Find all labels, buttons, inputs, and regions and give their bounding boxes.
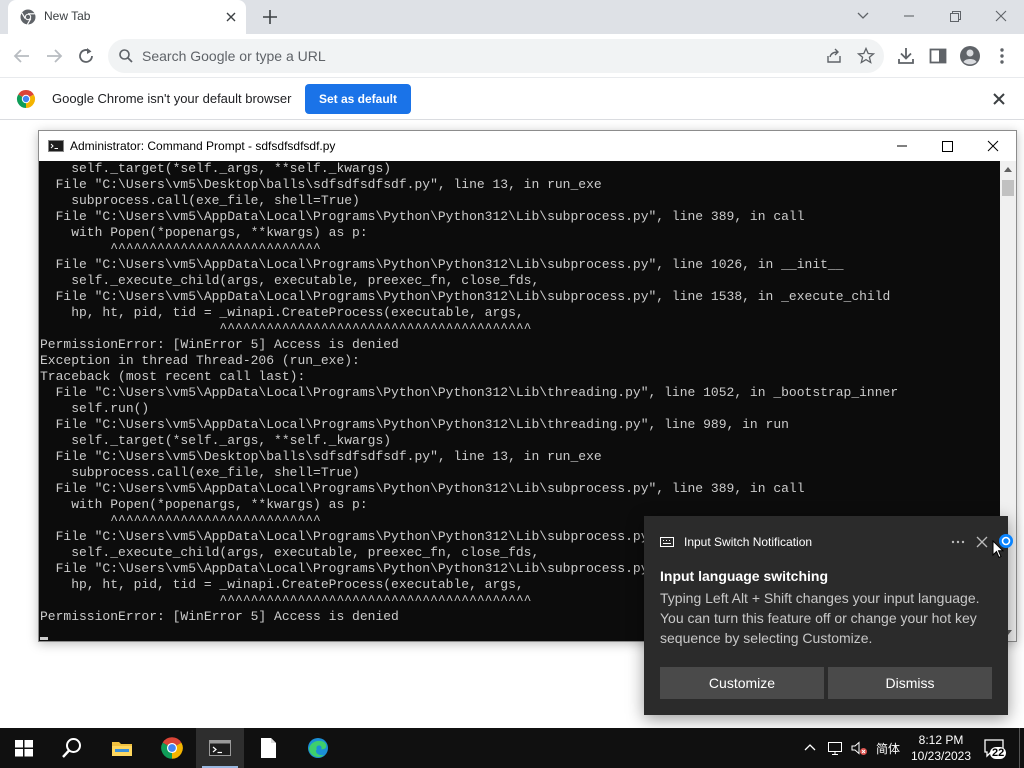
profile-avatar-icon[interactable]	[958, 44, 982, 68]
toast-body: Typing Left Alt + Shift changes your inp…	[660, 590, 980, 646]
start-button[interactable]	[0, 728, 48, 768]
set-as-default-button[interactable]: Set as default	[305, 84, 411, 114]
chrome-logo-icon	[16, 90, 36, 108]
taskbar-chrome[interactable]	[148, 728, 196, 768]
console-line: ^^^^^^^^^^^^^^^^^^^^^^^^^^^	[40, 513, 321, 528]
notification-count: 22	[990, 747, 1007, 759]
tab-title: New Tab	[44, 9, 91, 23]
taskbar-command-prompt[interactable]	[196, 728, 244, 768]
console-line: self._target(*self._args, **self._kwargs…	[40, 161, 392, 176]
tab-new-tab[interactable]: New Tab	[8, 0, 246, 34]
customize-button[interactable]: Customize	[660, 667, 824, 699]
scroll-thumb[interactable]	[1002, 180, 1014, 196]
tab-strip: New Tab	[0, 0, 1024, 34]
console-line: ^^^^^^^^^^^^^^^^^^^^^^^^^^^^^^^^^^^^^^^^	[40, 321, 532, 336]
omnibox-placeholder: Search Google or type a URL	[142, 48, 326, 64]
more-options-icon[interactable]	[948, 532, 968, 552]
toast-heading: Input language switching	[660, 568, 828, 584]
new-tab-plus-icon[interactable]	[259, 6, 281, 28]
kebab-menu-icon[interactable]	[990, 44, 1014, 68]
console-line: self.run()	[40, 401, 150, 416]
toast-close-icon[interactable]	[972, 532, 992, 552]
side-panel-icon[interactable]	[926, 44, 950, 68]
console-line: File "C:\Users\vm5\AppData\Local\Program…	[40, 481, 805, 496]
cmd-close-icon[interactable]	[970, 131, 1016, 161]
browser-toolbar: Search Google or type a URL	[0, 34, 1024, 78]
forward-arrow-icon[interactable]	[42, 44, 66, 68]
console-line: File "C:\Users\vm5\Desktop\balls\sdfsdfs…	[40, 177, 602, 192]
tray-chevron-up-icon[interactable]	[802, 740, 818, 756]
console-line: ^^^^^^^^^^^^^^^^^^^^^^^^^^^^^^^^^^^^^^^^	[40, 593, 532, 608]
console-line: hp, ht, pid, tid = _winapi.CreateProcess…	[40, 305, 524, 320]
tab-search-chevron-icon[interactable]	[850, 4, 876, 28]
taskbar: 简体 8:12 PM 10/23/2023 22	[0, 728, 1024, 768]
terminal-icon	[209, 740, 231, 756]
edge-logo-icon	[308, 738, 328, 758]
console-line: subprocess.call(exe_file, shell=True)	[40, 465, 360, 480]
windows-logo-icon	[15, 740, 33, 757]
console-line: self._target(*self._args, **self._kwargs…	[40, 433, 392, 448]
cmd-window-title: Administrator: Command Prompt - sdfsdfsd…	[70, 139, 336, 153]
console-line: ^^^^^^^^^^^^^^^^^^^^^^^^^^^	[40, 241, 321, 256]
download-icon[interactable]	[894, 44, 918, 68]
clock[interactable]: 8:12 PM 10/23/2023	[908, 732, 974, 764]
taskbar-notepad[interactable]	[244, 728, 292, 768]
console-line: File "C:\Users\vm5\AppData\Local\Program…	[40, 257, 844, 272]
scroll-up-arrow-icon[interactable]	[1000, 161, 1016, 178]
console-line: Exception in thread Thread-206 (run_exe)…	[40, 353, 360, 368]
network-icon[interactable]	[826, 739, 844, 757]
restore-icon[interactable]	[942, 4, 968, 28]
folder-icon	[112, 742, 132, 756]
tab-close-icon[interactable]	[222, 8, 240, 26]
console-line: File "C:\Users\vm5\AppData\Local\Program…	[40, 289, 891, 304]
cmd-title-bar[interactable]: Administrator: Command Prompt - sdfsdfsd…	[39, 131, 1016, 161]
clock-date: 10/23/2023	[910, 749, 972, 763]
console-line: File "C:\Users\vm5\AppData\Local\Program…	[40, 417, 789, 432]
reload-icon[interactable]	[74, 44, 98, 68]
console-line: File "C:\Users\vm5\Desktop\balls\sdfsdfs…	[40, 449, 602, 464]
console-cursor	[40, 637, 48, 640]
taskbar-file-explorer[interactable]	[98, 728, 146, 768]
document-icon	[261, 738, 276, 758]
default-browser-infobar: Google Chrome isn't your default browser…	[0, 78, 1024, 120]
console-line: subprocess.call(exe_file, shell=True)	[40, 193, 360, 208]
search-icon	[119, 49, 133, 63]
bookmark-star-icon[interactable]	[856, 46, 876, 66]
chrome-logo-icon	[161, 737, 183, 759]
volume-muted-icon[interactable]	[850, 739, 868, 757]
console-line: PermissionError: [WinError 5] Access is …	[40, 609, 399, 624]
input-method-indicator[interactable]: 简体	[876, 740, 900, 757]
chrome-icon	[20, 9, 36, 25]
show-desktop-button[interactable]	[1019, 728, 1024, 768]
taskbar-search-button[interactable]	[48, 728, 96, 768]
console-line: File "C:\Users\vm5\AppData\Local\Program…	[40, 209, 805, 224]
input-switch-toast[interactable]: Input Switch Notification Input language…	[644, 516, 1008, 715]
console-line: Traceback (most recent call last):	[40, 369, 306, 384]
console-line: File "C:\Users\vm5\AppData\Local\Program…	[40, 385, 899, 400]
console-line: self._execute_child(args, executable, pr…	[40, 273, 540, 288]
infobar-close-icon[interactable]	[990, 90, 1008, 108]
cmd-maximize-icon[interactable]	[924, 131, 970, 161]
console-line: PermissionError: [WinError 5] Access is …	[40, 337, 399, 352]
dismiss-button[interactable]: Dismiss	[828, 667, 992, 699]
minimize-icon[interactable]	[896, 4, 922, 28]
keyboard-icon	[660, 537, 674, 547]
console-line: with Popen(*popenargs, **kwargs) as p:	[40, 225, 368, 240]
cmd-minimize-icon[interactable]	[879, 131, 925, 161]
toast-app-name: Input Switch Notification	[684, 535, 813, 549]
console-line: self._execute_child(args, executable, pr…	[40, 545, 540, 560]
back-arrow-icon[interactable]	[10, 44, 34, 68]
infobar-message: Google Chrome isn't your default browser	[52, 91, 292, 106]
console-line: hp, ht, pid, tid = _winapi.CreateProcess…	[40, 577, 524, 592]
close-window-icon[interactable]	[988, 4, 1014, 28]
clock-time: 8:12 PM	[918, 733, 964, 747]
terminal-icon	[48, 140, 64, 152]
console-line: with Popen(*popenargs, **kwargs) as p:	[40, 497, 368, 512]
search-icon	[62, 738, 81, 758]
omnibox[interactable]: Search Google or type a URL	[108, 39, 884, 73]
taskbar-edge[interactable]	[294, 728, 342, 768]
share-icon[interactable]	[824, 46, 844, 66]
mouse-pointer-icon	[992, 540, 1004, 559]
